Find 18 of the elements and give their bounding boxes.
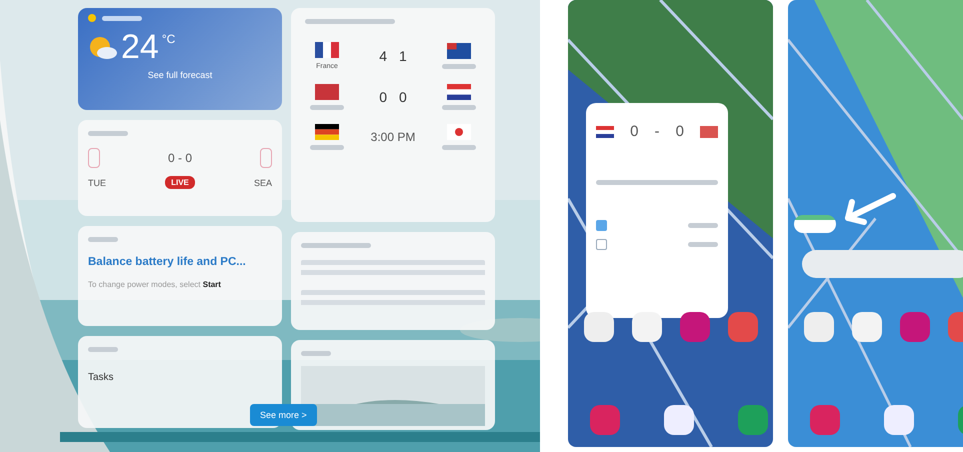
app-icon[interactable]	[584, 312, 614, 342]
search-bar[interactable]	[802, 250, 963, 278]
app-icon[interactable]	[632, 312, 662, 342]
blurred-text	[688, 242, 718, 247]
goal-count: 0	[676, 123, 684, 140]
app-icon[interactable]	[680, 312, 710, 342]
app-icon[interactable]	[664, 405, 694, 435]
checkbox[interactable]	[596, 220, 607, 231]
app-icon[interactable]	[884, 405, 914, 435]
flag-icon	[700, 124, 718, 138]
app-icon[interactable]	[852, 312, 882, 342]
blurred-text	[688, 223, 718, 228]
flag-icon	[596, 124, 614, 138]
score-widget-icon[interactable]	[794, 215, 836, 233]
app-icon[interactable]	[804, 312, 834, 342]
checkbox[interactable]	[596, 239, 607, 250]
score-separator: -	[654, 123, 660, 140]
goal-count: 0	[630, 123, 638, 140]
